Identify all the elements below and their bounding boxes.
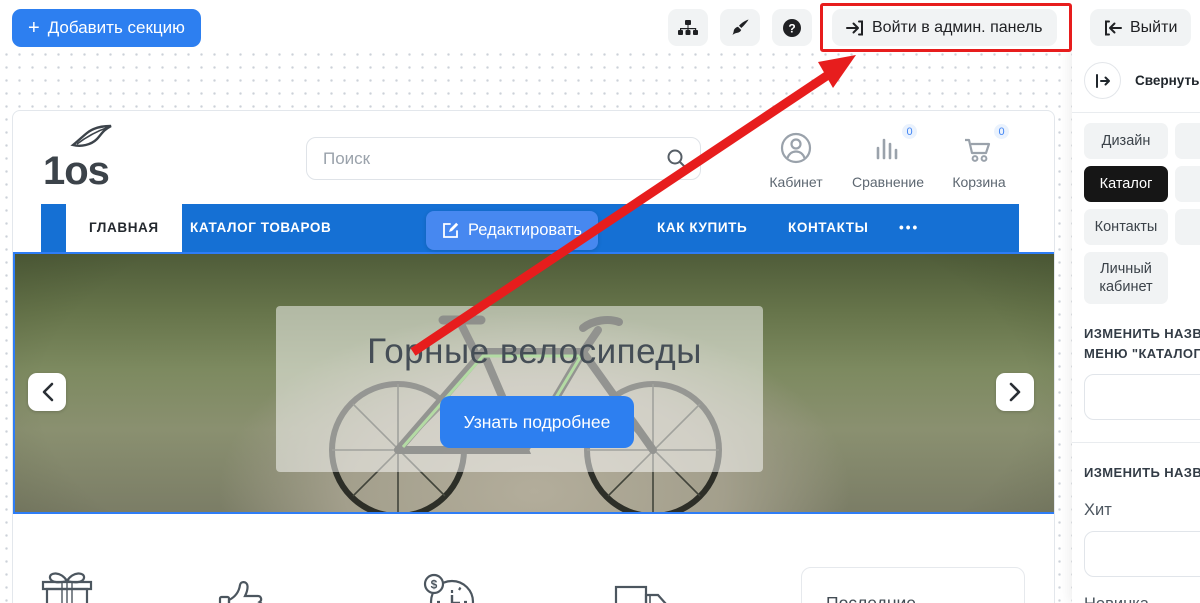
- account-compare[interactable]: 0 Сравнение: [846, 131, 930, 190]
- editor-canvas: 1os Кабинет 0: [0, 48, 1200, 603]
- nav-item-how-to-buy[interactable]: КАК КУПИТЬ: [657, 204, 747, 252]
- gift-icon: [39, 569, 141, 603]
- logo-text: 1os: [43, 151, 109, 191]
- add-section-label: Добавить секцию: [48, 18, 185, 38]
- svg-text:$: $: [431, 578, 438, 592]
- cart-count-badge: 0: [992, 122, 1011, 141]
- collapse-arrow-icon: [1095, 74, 1111, 88]
- logout-button[interactable]: Выйти: [1090, 9, 1191, 46]
- collapse-sidebar-button[interactable]: [1084, 62, 1121, 99]
- latest-updates-card[interactable]: Последние обновления: [801, 567, 1025, 603]
- tab-ko[interactable]: Ко: [1175, 166, 1200, 202]
- logout-label: Выйти: [1130, 19, 1177, 37]
- catalog-menu-name-input[interactable]: [1084, 374, 1200, 420]
- tab-personal-cabinet[interactable]: Личный кабинет: [1084, 252, 1168, 304]
- compare-label: Сравнение: [846, 174, 930, 190]
- question-mark-icon: ?: [782, 18, 802, 38]
- toolbar-icon-group: ?: [668, 9, 812, 46]
- truck-icon: [613, 569, 696, 603]
- theme-brush-button[interactable]: [720, 9, 760, 46]
- user-icon: [779, 131, 813, 165]
- rename-labels-heading: ИЗМЕНИТЬ НАЗВ: [1084, 463, 1200, 483]
- account-cabinet[interactable]: Кабинет: [754, 131, 838, 190]
- add-section-button[interactable]: + Добавить секцию: [12, 9, 201, 47]
- account-cart[interactable]: 0 Корзина: [937, 131, 1021, 190]
- edit-section-button[interactable]: Редактировать: [426, 211, 598, 250]
- search-input[interactable]: [306, 137, 701, 180]
- hero-title: Горные велосипеды: [15, 332, 1054, 372]
- tab-design[interactable]: Дизайн: [1084, 123, 1168, 159]
- carousel-next-button[interactable]: [996, 373, 1034, 411]
- edit-section-label: Редактировать: [468, 221, 582, 240]
- thumbs-up-icon: [216, 569, 306, 603]
- collapse-row: Свернуть: [1084, 62, 1200, 99]
- cart-label: Корзина: [937, 174, 1021, 190]
- feature-delivery: Удобная и: [613, 569, 696, 603]
- cabinet-label: Кабинет: [754, 174, 838, 190]
- tab-contacts[interactable]: Контакты: [1084, 209, 1168, 245]
- collapse-label: Свернуть: [1135, 73, 1199, 88]
- latest-updates-label: Последние обновления: [826, 590, 1000, 603]
- hit-name-input[interactable]: [1084, 531, 1200, 577]
- search-wrap: [306, 137, 701, 180]
- hit-label: Хит: [1084, 501, 1200, 520]
- feature-exchange: $ 30 дней на обмен: [421, 569, 565, 603]
- logout-icon: [1104, 20, 1122, 36]
- nav-item-catalog[interactable]: КАТАЛОГ ТОВАРОВ: [190, 204, 331, 252]
- site-logo[interactable]: 1os: [43, 127, 123, 191]
- help-button[interactable]: ?: [772, 9, 812, 46]
- new-label: Новинка: [1084, 595, 1200, 603]
- clock-dollar-icon: $: [421, 569, 565, 603]
- leaf-icon: [69, 123, 117, 149]
- svg-text:?: ?: [788, 21, 795, 35]
- sidebar-divider-2: [1072, 442, 1200, 443]
- nav-item-home[interactable]: ГЛАВНАЯ: [66, 204, 182, 252]
- sitemap-icon: [678, 19, 698, 37]
- login-icon: [846, 20, 864, 36]
- sidebar-tabs: Дизайн Гла Каталог Ко Контакты ОС Личный…: [1084, 123, 1200, 304]
- pencil-icon: [442, 222, 459, 239]
- site-preview: 1os Кабинет 0: [12, 110, 1055, 603]
- hero-cta-button[interactable]: Узнать подробнее: [440, 396, 634, 448]
- rename-catalog-menu-heading: ИЗМЕНИТЬ НАЗВ МЕНЮ "КАТАЛОГ: [1084, 324, 1200, 363]
- carousel-prev-button[interactable]: [28, 373, 66, 411]
- search-icon[interactable]: [666, 148, 687, 169]
- settings-sidebar: Свернуть Дизайн Гла Каталог Ко Контакты …: [1072, 48, 1200, 603]
- hero-slide[interactable]: Горные велосипеды Узнать подробнее: [13, 252, 1055, 514]
- site-header: 1os Кабинет 0: [13, 111, 1054, 204]
- admin-panel-login-button[interactable]: Войти в админ. панель: [832, 9, 1057, 46]
- editor-toolbar: + Добавить секцию ?: [0, 0, 1200, 50]
- editor-stage: + Добавить секцию ?: [0, 0, 1200, 603]
- tab-catalog[interactable]: Каталог: [1084, 166, 1168, 202]
- cart-icon: 0: [961, 131, 997, 165]
- feature-all-goods: Весь товар: [216, 569, 306, 603]
- paintbrush-icon: [731, 18, 750, 37]
- feature-gift: Подарочные: [39, 569, 141, 603]
- tab-main[interactable]: Гла: [1175, 123, 1200, 159]
- admin-panel-login-label: Войти в админ. панель: [872, 19, 1043, 37]
- sitemap-button[interactable]: [668, 9, 708, 46]
- tab-os[interactable]: ОС: [1175, 209, 1200, 245]
- nav-item-more[interactable]: •••: [899, 204, 919, 252]
- compare-bars-icon: 0: [871, 131, 905, 165]
- plus-icon: +: [28, 18, 40, 38]
- compare-count-badge: 0: [900, 122, 919, 141]
- sidebar-divider: [1072, 112, 1200, 113]
- nav-item-contacts[interactable]: КОНТАКТЫ: [788, 204, 868, 252]
